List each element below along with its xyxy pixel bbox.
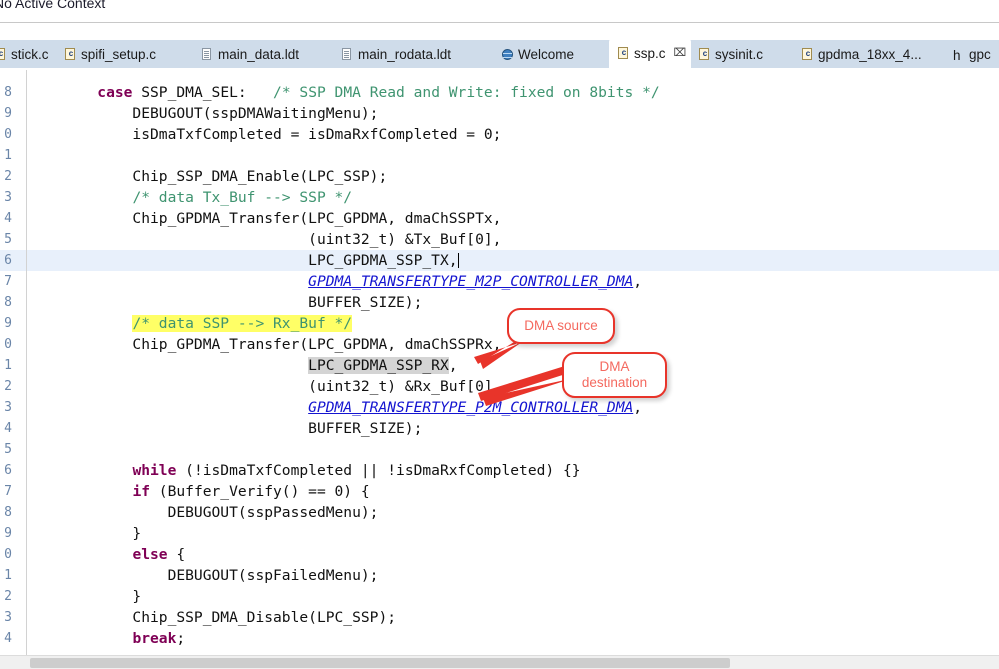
view-header-strip: No Active Context [0, 0, 999, 23]
code-line[interactable]: BUFFER_SIZE); [27, 292, 422, 313]
horizontal-scrollbar-thumb[interactable] [30, 658, 730, 668]
line-number: 8 [4, 505, 12, 520]
line-number: 7 [4, 484, 12, 499]
active-context-label: No Active Context [0, 0, 106, 11]
code-line[interactable]: DEBUGOUT(sspFailedMenu); [27, 565, 379, 586]
code-editor[interactable]: 8 9 0 1 2 3 4 5 6 7 8 9 0 1 2 3 4 5 6 7 8 9 0 1 2 3 4 case SSP_DMA… [0, 70, 999, 655]
editor-tab-spifi-setup-c[interactable]: spifi_setup.c [56, 40, 192, 69]
document-icon [342, 48, 353, 61]
line-number: 6 [4, 463, 12, 478]
line-number: 4 [4, 421, 12, 436]
code-line[interactable]: Chip_SSP_DMA_Disable(LPC_SSP); [27, 607, 396, 628]
c-file-icon [699, 47, 710, 61]
h-file-icon [953, 48, 964, 61]
editor-tab-label: stick.c [11, 47, 49, 62]
editor-tab-gpdma-18xx-4[interactable]: gpdma_18xx_4... [793, 40, 945, 69]
code-line[interactable]: (uint32_t) &Tx_Buf[0], [27, 229, 501, 250]
code-line[interactable]: Chip_GPDMA_Transfer(LPC_GPDMA, dmaChSSPT… [27, 208, 501, 229]
horizontal-scrollbar[interactable] [0, 655, 999, 669]
editor-tab-main-rodata-ldt[interactable]: main_rodata.ldt [333, 40, 493, 69]
header-gap [0, 23, 999, 40]
annotation-dma-destination-label: DMA destination [581, 359, 648, 390]
c-file-icon [0, 47, 6, 61]
line-number: 4 [4, 631, 12, 646]
code-line[interactable]: (uint32_t) &Rx_Buf[0], [27, 376, 501, 397]
line-number: 3 [4, 400, 12, 415]
code-line[interactable]: BUFFER_SIZE); [27, 418, 422, 439]
code-line[interactable]: while (!isDmaTxfCompleted || !isDmaRxfCo… [27, 460, 580, 481]
editor-tab-label: main_data.ldt [218, 47, 300, 62]
line-number: 0 [4, 547, 12, 562]
editor-tab-label: ssp.c [634, 46, 666, 61]
editor-tab-ssp-c[interactable]: ssp.c ⌧ [609, 40, 691, 69]
line-number: 0 [4, 337, 12, 352]
line-number: 1 [4, 358, 12, 373]
line-number: 8 [4, 295, 12, 310]
code-line[interactable]: DEBUGOUT(sspPassedMenu); [27, 502, 379, 523]
line-number: 9 [4, 316, 12, 331]
editor-tab-label: main_rodata.ldt [358, 47, 452, 62]
editor-tab-label: gpdma_18xx_4... [818, 47, 922, 62]
annotation-dma-source-label: DMA source [524, 318, 598, 334]
line-number: 3 [4, 190, 12, 205]
editor-tab-main-data-ldt[interactable]: main_data.ldt [193, 40, 333, 69]
line-number: 5 [4, 442, 12, 457]
globe-icon [502, 48, 513, 61]
code-line[interactable]: GPDMA_TRANSFERTYPE_P2M_CONTROLLER_DMA, [27, 397, 642, 418]
annotation-dma-destination: DMA destination [562, 352, 667, 398]
editor-tab-sysinit-c[interactable]: sysinit.c [690, 40, 796, 69]
code-line[interactable]: } [27, 523, 141, 544]
line-number: 9 [4, 106, 12, 121]
document-icon [202, 48, 213, 61]
line-number: 5 [4, 232, 12, 247]
annotation-dma-source: DMA source [507, 308, 615, 344]
line-number: 1 [4, 148, 12, 163]
code-line[interactable]: Chip_GPDMA_Transfer(LPC_GPDMA, dmaChSSPR… [27, 334, 501, 355]
line-number: 7 [4, 274, 12, 289]
c-file-icon [802, 47, 813, 61]
editor-tab-label: spifi_setup.c [81, 47, 157, 62]
code-line[interactable]: /* data Tx_Buf --> SSP */ [27, 187, 352, 208]
code-line[interactable]: } [27, 586, 141, 607]
line-number: 1 [4, 568, 12, 583]
line-number: 2 [4, 589, 12, 604]
line-number: 6 [4, 253, 12, 268]
line-number: 0 [4, 127, 12, 142]
line-number: 3 [4, 610, 12, 625]
code-text-area[interactable]: case SSP_DMA_SEL: /* SSP DMA Read and Wr… [27, 70, 999, 655]
editor-tab-label: Welcome [518, 47, 575, 62]
eclipse-editor-window: No Active Context stick.c spifi_setup.c ma… [0, 0, 999, 669]
code-line[interactable]: GPDMA_TRANSFERTYPE_M2P_CONTROLLER_DMA, [27, 271, 642, 292]
line-number: 2 [4, 379, 12, 394]
line-number: 8 [4, 85, 12, 100]
code-line[interactable]: LPC_GPDMA_SSP_TX, [27, 250, 459, 271]
c-file-icon [618, 46, 629, 60]
editor-tab-label: gpc [969, 47, 991, 62]
line-number: 2 [4, 169, 12, 184]
code-line[interactable]: else { [27, 544, 185, 565]
code-line[interactable]: isDmaTxfCompleted = isDmaRxfCompleted = … [27, 124, 501, 145]
code-line[interactable]: Chip_SSP_DMA_Enable(LPC_SSP); [27, 166, 387, 187]
close-icon[interactable]: ⌧ [674, 48, 687, 59]
code-line[interactable]: if (Buffer_Verify() == 0) { [27, 481, 369, 502]
code-line[interactable]: break; [27, 628, 185, 649]
editor-tab-welcome[interactable]: Welcome [493, 40, 607, 69]
c-file-icon [65, 47, 76, 61]
code-line[interactable]: case SSP_DMA_SEL: /* SSP DMA Read and Wr… [27, 82, 659, 103]
code-line[interactable]: LPC_GPDMA_SSP_RX, [27, 355, 458, 376]
code-line[interactable]: /* data SSP --> Rx_Buf */ [27, 313, 353, 334]
editor-tab-label: sysinit.c [715, 47, 764, 62]
editor-tab-gpc[interactable]: gpc [944, 40, 999, 69]
editor-tab-bar[interactable]: stick.c spifi_setup.c main_data.ldt main_ro… [0, 40, 999, 69]
code-line[interactable]: DEBUGOUT(sspDMAWaitingMenu); [27, 103, 378, 124]
line-number: 4 [4, 211, 12, 226]
line-number: 9 [4, 526, 12, 541]
line-number-gutter: 8 9 0 1 2 3 4 5 6 7 8 9 0 1 2 3 4 5 6 7 8 9 0 1 2 3 4 [0, 70, 27, 655]
